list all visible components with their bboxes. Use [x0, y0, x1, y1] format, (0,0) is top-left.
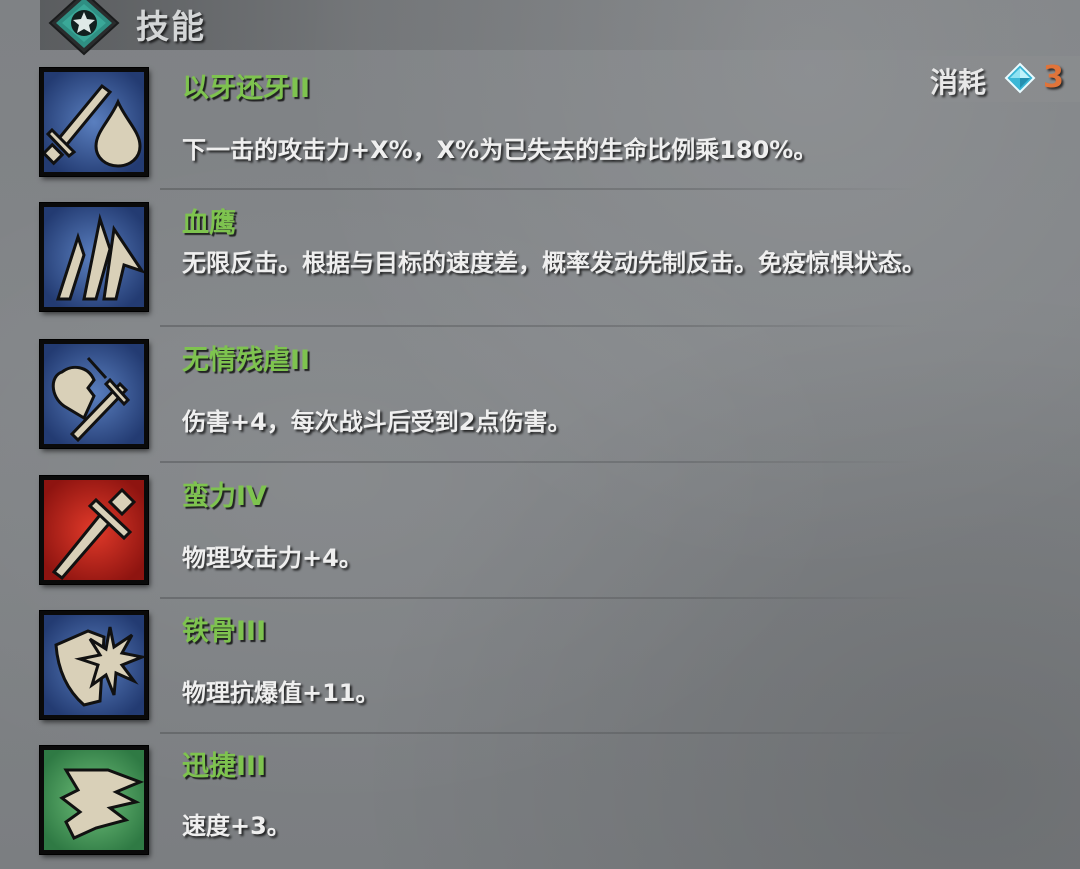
skill-icon-frame: [40, 203, 148, 311]
divider: [160, 325, 920, 327]
skill-description: 物理攻击力+4。: [182, 544, 363, 572]
skills-panel: 技能 消耗 3 以牙还牙II 下一击的攻击力+X%，X%为已失去的生命比例乘18…: [0, 0, 1080, 869]
skill-name: 无情残虐II: [182, 345, 311, 376]
skill-icon-frame: [40, 68, 148, 176]
divider: [160, 461, 920, 463]
skill-row[interactable]: 蛮力IV 物理攻击力+4。: [0, 464, 1080, 599]
skill-description: 物理抗爆值+11。: [182, 679, 380, 707]
skill-icon-frame: [40, 340, 148, 448]
sword-icon: [44, 480, 144, 580]
skill-name: 铁骨III: [182, 616, 267, 647]
skill-name: 蛮力IV: [182, 481, 267, 512]
star-badge-icon: [48, 0, 120, 56]
skill-row[interactable]: 铁骨III 物理抗爆值+11。: [0, 599, 1080, 734]
skill-name: 以牙还牙II: [182, 73, 311, 104]
skill-description: 速度+3。: [182, 812, 291, 840]
winged-foot-icon: [44, 750, 144, 850]
skill-description: 下一击的攻击力+X%，X%为已失去的生命比例乘180%。: [182, 136, 818, 164]
skill-description: 伤害+4，每次战斗后受到2点伤害。: [182, 408, 572, 436]
skill-row[interactable]: 以牙还牙II 下一击的攻击力+X%，X%为已失去的生命比例乘180%。: [0, 56, 1080, 191]
skill-row[interactable]: 血鹰 无限反击。根据与目标的速度差，概率发动先制反击。免疫惊惧状态。: [0, 191, 1080, 326]
skill-name: 血鹰: [182, 208, 236, 239]
skill-name: 迅捷III: [182, 751, 267, 782]
shield-burst-icon: [44, 615, 144, 715]
skill-icon-frame: [40, 611, 148, 719]
skill-row[interactable]: 迅捷III 速度+3。: [0, 734, 1080, 869]
skill-row[interactable]: 无情残虐II 伤害+4，每次战斗后受到2点伤害。: [0, 328, 1080, 463]
divider: [160, 188, 920, 190]
skill-icon-frame: [40, 746, 148, 854]
page-title: 技能: [136, 7, 206, 46]
broken-heart-sword-icon: [44, 344, 144, 444]
claw-icon: [44, 207, 144, 307]
sword-and-drop-icon: [44, 72, 144, 172]
skill-icon-frame: [40, 476, 148, 584]
skill-description: 无限反击。根据与目标的速度差，概率发动先制反击。免疫惊惧状态。: [182, 249, 926, 277]
